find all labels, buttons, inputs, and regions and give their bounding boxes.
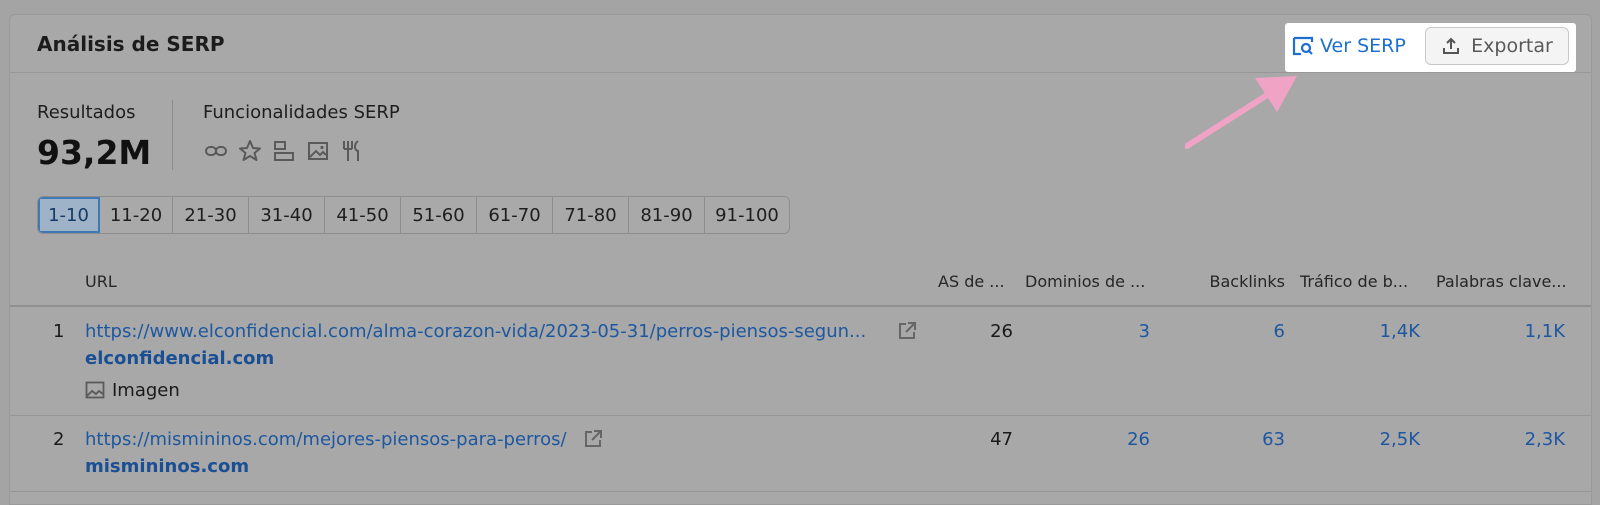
page-1-10[interactable]: 1-10 [38, 197, 100, 233]
page-31-40[interactable]: 31-40 [249, 197, 325, 233]
keywords-value[interactable]: 1,1K [1465, 321, 1565, 342]
layout-icon[interactable] [272, 139, 296, 163]
image-icon [85, 381, 105, 399]
serp-features-icons [204, 139, 364, 163]
row-divider [10, 491, 1591, 492]
page-51-60[interactable]: 51-60 [401, 197, 477, 233]
row-position: 1 [53, 321, 65, 342]
fork-knife-icon[interactable] [340, 139, 364, 163]
export-label: Exportar [1471, 35, 1553, 57]
view-serp-label: Ver SERP [1320, 35, 1406, 57]
serp-analysis-panel: Análisis de SERP Ver SERP Exportar Resul… [9, 14, 1592, 505]
backlinks-value[interactable]: 63 [1185, 429, 1285, 450]
stats-divider [172, 100, 173, 170]
result-domain: elconfidencial.com [85, 348, 275, 369]
page-21-30[interactable]: 21-30 [173, 197, 249, 233]
column-header-authority-score[interactable]: AS de ... [938, 272, 1005, 291]
page-71-80[interactable]: 71-80 [553, 197, 629, 233]
authority-score-value: 26 [990, 321, 1013, 342]
results-label: Resultados [37, 102, 136, 123]
star-icon[interactable] [238, 139, 262, 163]
serp-features-label: Funcionalidades SERP [203, 102, 400, 123]
page-81-90[interactable]: 81-90 [629, 197, 705, 233]
page-41-50[interactable]: 41-50 [325, 197, 401, 233]
column-header-backlinks[interactable]: Backlinks [1170, 272, 1285, 291]
column-header-url[interactable]: URL [85, 272, 117, 291]
result-serp-feature: Imagen [112, 380, 180, 401]
results-value: 93,2M [37, 133, 152, 172]
row-divider [10, 415, 1591, 416]
page-91-100[interactable]: 91-100 [705, 197, 789, 233]
traffic-value[interactable]: 1,4K [1320, 321, 1420, 342]
serp-preview-icon [1292, 36, 1314, 56]
image-icon[interactable] [306, 139, 330, 163]
page-11-20[interactable]: 11-20 [100, 197, 173, 233]
result-url-link[interactable]: https://www.elconfidencial.com/alma-cora… [85, 321, 866, 342]
external-link-icon[interactable] [582, 428, 604, 450]
link-icon[interactable] [204, 139, 228, 163]
keywords-value[interactable]: 2,3K [1465, 429, 1565, 450]
view-serp-link[interactable]: Ver SERP [1292, 33, 1406, 59]
column-header-traffic[interactable]: Tráfico de b... [1300, 272, 1408, 291]
pointer-arrow-annotation [1185, 76, 1297, 149]
page-title: Análisis de SERP [37, 32, 225, 56]
referring-domains-value[interactable]: 3 [1050, 321, 1150, 342]
referring-domains-value[interactable]: 26 [1050, 429, 1150, 450]
result-domain: mismininos.com [85, 456, 250, 477]
column-header-referring-domains[interactable]: Dominios de ... [1025, 272, 1145, 291]
results-pagination: 1-10 11-20 21-30 31-40 41-50 51-60 61-70… [37, 196, 790, 234]
column-header-keywords[interactable]: Palabras clave... [1436, 272, 1567, 291]
export-button[interactable]: Exportar [1425, 27, 1569, 65]
authority-score-value: 47 [990, 429, 1013, 450]
row-position: 2 [53, 429, 65, 450]
table-header-divider [10, 305, 1591, 307]
backlinks-value[interactable]: 6 [1185, 321, 1285, 342]
traffic-value[interactable]: 2,5K [1320, 429, 1420, 450]
upload-icon [1443, 37, 1460, 54]
result-url-link[interactable]: https://mismininos.com/mejores-piensos-p… [85, 429, 567, 450]
page-61-70[interactable]: 61-70 [477, 197, 553, 233]
